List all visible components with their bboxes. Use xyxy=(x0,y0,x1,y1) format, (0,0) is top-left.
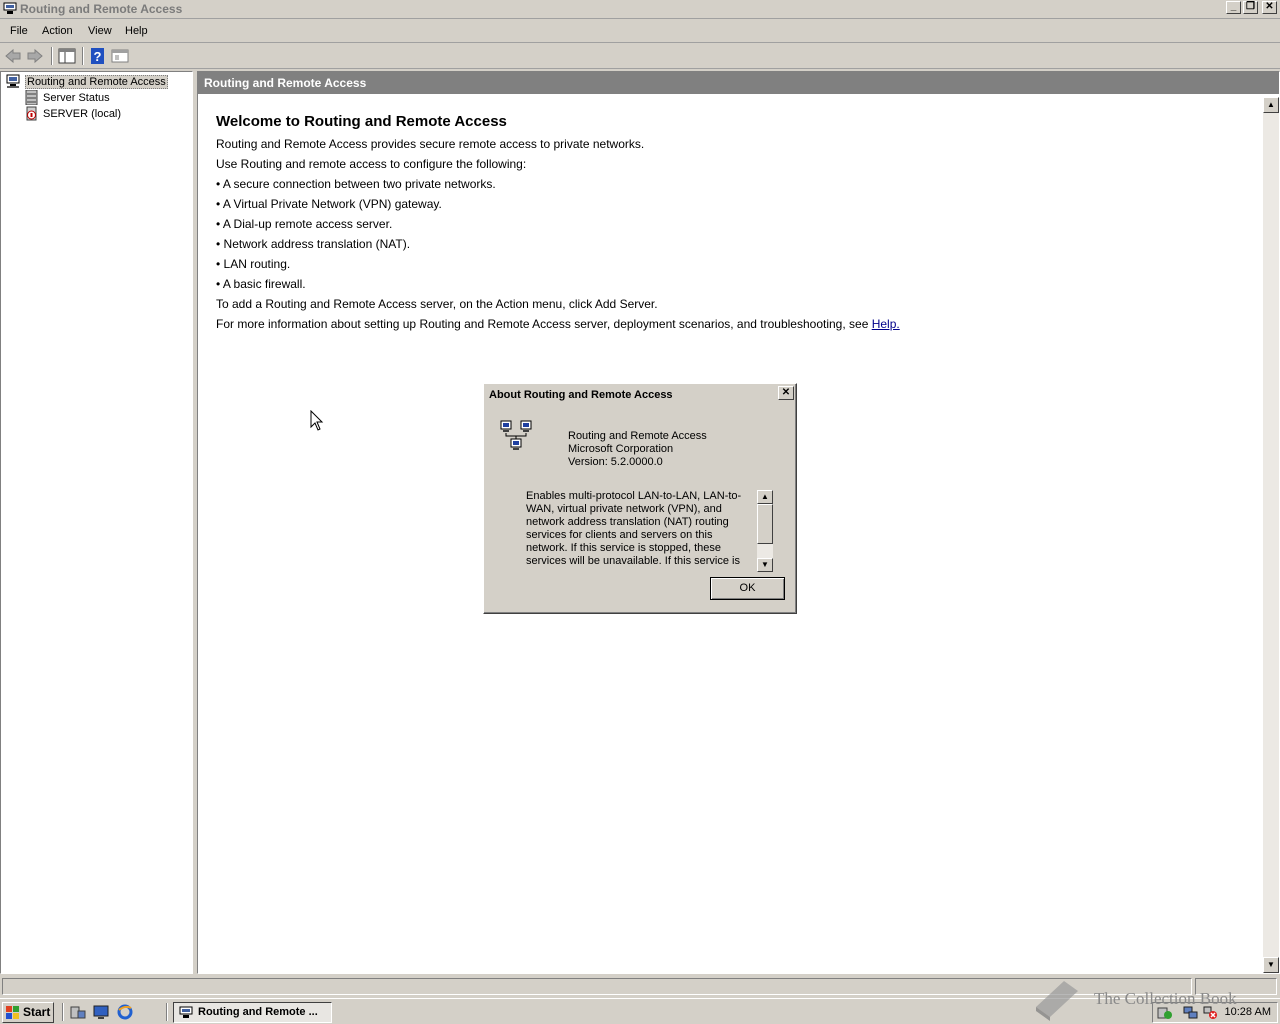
welcome-line: Routing and Remote Access provides secur… xyxy=(216,137,645,151)
tree-item-server-local[interactable]: SERVER (local) xyxy=(23,106,121,121)
welcome-line: • A Dial-up remote access server. xyxy=(216,217,393,231)
content-scrollbar[interactable]: ▲ ▼ xyxy=(1263,97,1279,973)
routing-server-icon xyxy=(6,74,20,88)
forward-arrow-icon[interactable] xyxy=(26,48,44,64)
welcome-line: • A secure connection between two privat… xyxy=(216,177,496,191)
welcome-line: To add a Routing and Remote Access serve… xyxy=(216,297,658,311)
help-link[interactable]: Help. xyxy=(872,317,900,331)
welcome-line: • A basic firewall. xyxy=(216,277,306,291)
welcome-title: Welcome to Routing and Remote Access xyxy=(216,113,507,130)
about-dialog: About Routing and Remote Access ✕ Routin… xyxy=(483,383,797,614)
properties-view-icon[interactable] xyxy=(111,48,129,64)
dialog-close-button[interactable]: ✕ xyxy=(778,386,794,400)
welcome-section: Welcome to Routing and Remote Access Rou… xyxy=(216,112,900,334)
scroll-thumb[interactable] xyxy=(757,504,773,544)
menu-help[interactable]: Help xyxy=(125,25,148,37)
svg-text:?: ? xyxy=(94,49,102,64)
description-scrollbar[interactable]: ▲ ▼ xyxy=(757,490,773,572)
show-desktop-icon[interactable] xyxy=(93,1004,109,1020)
product-info: Routing and Remote Access Microsoft Corp… xyxy=(568,430,707,469)
server-manager-icon[interactable] xyxy=(70,1004,86,1020)
taskbar-item-label: Routing and Remote ... xyxy=(198,1006,318,1018)
minimize-button[interactable]: _ xyxy=(1226,1,1241,14)
network-computers-icon xyxy=(500,420,532,450)
help-icon[interactable]: ? xyxy=(89,48,107,64)
more-info-text: For more information about setting up Ro… xyxy=(216,317,872,331)
system-tray: 10:28 AM xyxy=(1152,1002,1278,1023)
scroll-down-arrow[interactable]: ▼ xyxy=(757,558,773,572)
content-header: Routing and Remote Access xyxy=(198,72,1279,94)
tree-root-label: Routing and Remote Access xyxy=(25,74,168,89)
menu-action[interactable]: Action xyxy=(42,25,73,37)
start-label: Start xyxy=(23,1005,51,1019)
ok-button[interactable]: OK xyxy=(710,577,785,600)
routing-app-icon xyxy=(3,2,17,14)
window-title: Routing and Remote Access xyxy=(20,2,183,16)
start-button[interactable]: Start xyxy=(2,1002,54,1023)
tree-root-routing[interactable]: Routing and Remote Access xyxy=(5,74,168,89)
menu-file[interactable]: File xyxy=(10,25,28,37)
welcome-line: • A Virtual Private Network (VPN) gatewa… xyxy=(216,197,442,211)
tree-item-label: SERVER (local) xyxy=(43,107,122,120)
company-name: Microsoft Corporation xyxy=(568,443,674,455)
welcome-line: • Network address translation (NAT). xyxy=(216,237,411,251)
close-button[interactable]: ✕ xyxy=(1262,1,1277,14)
menu-bar: File Action View Help xyxy=(0,22,1280,43)
tree-item-server-status[interactable]: Server Status xyxy=(23,90,110,105)
scroll-down-arrow[interactable]: ▼ xyxy=(1263,957,1279,973)
status-bar xyxy=(0,978,1280,996)
restore-button[interactable]: ❐ xyxy=(1243,1,1258,14)
network-disconnected-icon[interactable] xyxy=(1203,1006,1219,1020)
console-tree: Routing and Remote Access Server Status … xyxy=(0,71,193,974)
service-description: Enables multi-protocol LAN-to-LAN, LAN-t… xyxy=(526,490,742,567)
server-status-icon xyxy=(25,90,38,105)
welcome-line: • LAN routing. xyxy=(216,257,291,271)
title-bar: Routing and Remote Access _ ❐ ✕ xyxy=(0,0,1280,19)
clock: 10:28 AM xyxy=(1224,1006,1271,1018)
windows-flag-icon xyxy=(6,1006,19,1019)
taskbar-item-routing[interactable]: Routing and Remote ... xyxy=(173,1002,332,1023)
mouse-cursor-icon xyxy=(310,410,324,431)
security-shield-icon[interactable] xyxy=(1157,1006,1173,1020)
dialog-title: About Routing and Remote Access xyxy=(489,389,673,401)
taskbar: Start Routing and Remote ... 10:28 AM xyxy=(0,998,1280,1024)
network-connection-icon[interactable] xyxy=(1183,1006,1199,1020)
server-local-icon xyxy=(26,106,37,121)
scroll-up-arrow[interactable]: ▲ xyxy=(757,490,773,504)
tree-item-label: Server Status xyxy=(43,91,110,104)
version-text: Version: 5.2.0000.0 xyxy=(568,456,663,468)
toolbar: ? xyxy=(0,45,1280,69)
menu-view[interactable]: View xyxy=(88,25,112,37)
product-name: Routing and Remote Access xyxy=(568,430,707,442)
show-hide-console-tree-icon[interactable] xyxy=(58,48,76,64)
more-info-line: For more information about setting up Ro… xyxy=(216,314,900,334)
routing-app-icon xyxy=(179,1006,193,1018)
back-arrow-icon[interactable] xyxy=(4,48,22,64)
dialog-title-bar: About Routing and Remote Access xyxy=(486,386,794,404)
internet-explorer-icon[interactable] xyxy=(117,1004,133,1020)
scroll-up-arrow[interactable]: ▲ xyxy=(1263,97,1279,113)
welcome-line: Use Routing and remote access to configu… xyxy=(216,157,527,171)
